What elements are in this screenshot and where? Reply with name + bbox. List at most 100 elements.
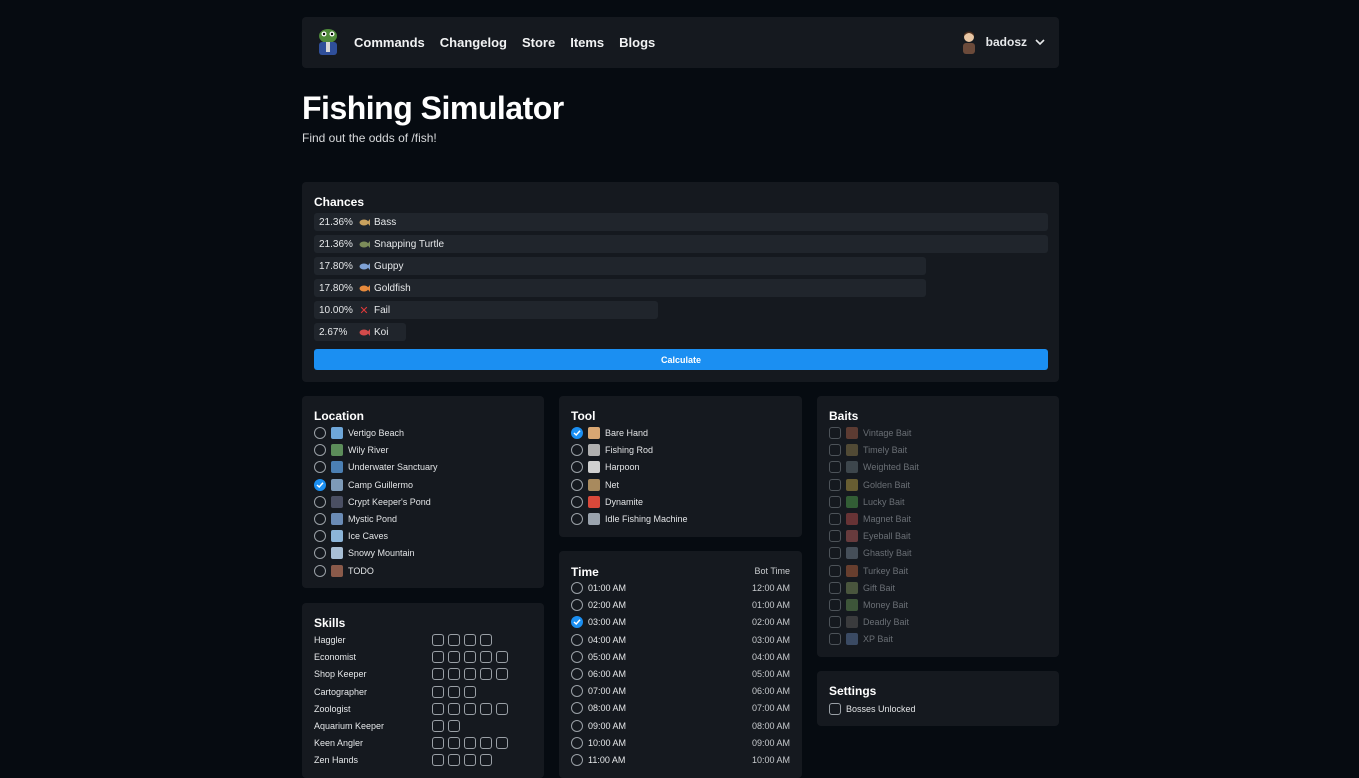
skill-level-checkbox[interactable] [496, 668, 508, 681]
skill-level-checkbox[interactable] [464, 754, 476, 767]
radio-icon[interactable] [314, 513, 326, 525]
time-option[interactable]: 04:00 AM 03:00 AM [571, 633, 790, 647]
radio-icon[interactable] [314, 495, 326, 508]
radio-icon[interactable] [571, 513, 583, 525]
checkbox-icon[interactable] [829, 478, 841, 491]
radio-checked-icon[interactable] [314, 478, 326, 491]
skill-level-checkbox[interactable] [480, 754, 492, 767]
checkbox-icon[interactable] [829, 564, 841, 577]
tool-option-fishing-rod[interactable]: Fishing Rod [571, 443, 653, 457]
tool-option-net[interactable]: Net [571, 478, 619, 492]
radio-icon[interactable] [571, 668, 583, 680]
bait-option-weighted-bait[interactable]: Weighted Bait [829, 460, 919, 474]
radio-icon[interactable] [571, 444, 583, 457]
checkbox-icon[interactable] [829, 633, 841, 646]
bait-option-xp-bait[interactable]: XP Bait [829, 632, 893, 646]
nav-link-store[interactable]: Store [522, 35, 555, 50]
radio-icon[interactable] [571, 736, 583, 749]
skill-level-checkbox[interactable] [432, 720, 444, 732]
skill-level-checkbox[interactable] [448, 634, 460, 646]
radio-icon[interactable] [571, 650, 583, 663]
radio-icon[interactable] [571, 633, 583, 646]
radio-icon[interactable] [314, 564, 326, 577]
skill-level-checkbox[interactable] [496, 651, 508, 664]
bait-option-money-bait[interactable]: Money Bait [829, 598, 908, 612]
skill-level-checkbox[interactable] [464, 668, 476, 681]
checkbox-icon[interactable] [829, 495, 841, 508]
skill-level-checkbox[interactable] [480, 702, 492, 715]
skill-level-checkbox[interactable] [448, 720, 460, 732]
radio-icon[interactable] [571, 461, 583, 474]
location-option-underwater-sanctuary[interactable]: Underwater Sanctuary [314, 460, 438, 474]
skill-level-checkbox[interactable] [432, 754, 444, 767]
time-option[interactable]: 09:00 AM 08:00 AM [571, 719, 790, 733]
tool-option-dynamite[interactable]: Dynamite [571, 495, 643, 509]
skill-level-checkbox[interactable] [448, 702, 460, 715]
frog-logo-icon[interactable] [314, 27, 342, 57]
skill-level-checkbox[interactable] [448, 685, 460, 698]
radio-checked-icon[interactable] [571, 616, 583, 629]
skill-level-checkbox[interactable] [480, 651, 492, 664]
skill-level-checkbox[interactable] [432, 685, 444, 698]
skill-level-checkbox[interactable] [464, 685, 476, 698]
radio-icon[interactable] [571, 719, 583, 732]
skill-level-checkbox[interactable] [496, 702, 508, 715]
skill-level-checkbox[interactable] [496, 737, 508, 750]
radio-icon[interactable] [314, 444, 326, 457]
radio-icon[interactable] [571, 685, 583, 698]
checkbox-icon[interactable] [829, 461, 841, 474]
nav-link-blogs[interactable]: Blogs [619, 35, 655, 50]
radio-icon[interactable] [571, 478, 583, 491]
time-option[interactable]: 01:00 AM 12:00 AM [571, 581, 790, 595]
time-option[interactable]: 05:00 AM 04:00 AM [571, 650, 790, 664]
skill-level-checkbox[interactable] [480, 634, 492, 646]
bait-option-lucky-bait[interactable]: Lucky Bait [829, 495, 905, 509]
radio-icon[interactable] [314, 427, 326, 439]
chevron-down-icon[interactable] [1035, 38, 1045, 46]
user-menu[interactable]: badosz [960, 30, 1045, 54]
skill-level-checkbox[interactable] [432, 702, 444, 715]
radio-icon[interactable] [571, 702, 583, 715]
skill-level-checkbox[interactable] [464, 737, 476, 750]
checkbox-icon[interactable] [829, 599, 841, 611]
location-option-todo[interactable]: TODO [314, 564, 374, 578]
nav-link-changelog[interactable]: Changelog [440, 35, 507, 50]
checkbox-icon[interactable] [829, 444, 841, 457]
location-option-camp-guillermo[interactable]: Camp Guillermo [314, 478, 413, 492]
skill-level-checkbox[interactable] [448, 754, 460, 767]
checkbox-icon[interactable] [829, 616, 841, 629]
nav-link-items[interactable]: Items [570, 35, 604, 50]
setting-bosses-unlocked[interactable]: Bosses Unlocked [829, 702, 916, 716]
time-option[interactable]: 02:00 AM 01:00 AM [571, 598, 790, 612]
skill-level-checkbox[interactable] [448, 668, 460, 681]
bait-option-deadly-bait[interactable]: Deadly Bait [829, 615, 909, 629]
checkbox-icon[interactable] [829, 530, 841, 543]
checkbox-icon[interactable] [829, 703, 841, 715]
skill-level-checkbox[interactable] [448, 737, 460, 750]
location-option-crypt-keeper-s-pond[interactable]: Crypt Keeper's Pond [314, 495, 431, 509]
bait-option-timely-bait[interactable]: Timely Bait [829, 443, 907, 457]
bait-option-golden-bait[interactable]: Golden Bait [829, 478, 910, 492]
bait-option-eyeball-bait[interactable]: Eyeball Bait [829, 529, 911, 543]
skill-level-checkbox[interactable] [464, 702, 476, 715]
checkbox-icon[interactable] [829, 427, 841, 439]
location-option-vertigo-beach[interactable]: Vertigo Beach [314, 426, 404, 440]
skill-level-checkbox[interactable] [432, 634, 444, 646]
skill-level-checkbox[interactable] [464, 651, 476, 664]
tool-option-idle-fishing-machine[interactable]: Idle Fishing Machine [571, 512, 688, 526]
location-option-snowy-mountain[interactable]: Snowy Mountain [314, 546, 415, 560]
skill-level-checkbox[interactable] [480, 737, 492, 750]
skill-level-checkbox[interactable] [464, 634, 476, 646]
bait-option-turkey-bait[interactable]: Turkey Bait [829, 564, 908, 578]
radio-icon[interactable] [314, 461, 326, 474]
checkbox-icon[interactable] [829, 547, 841, 560]
time-option[interactable]: 08:00 AM 07:00 AM [571, 701, 790, 715]
skill-level-checkbox[interactable] [448, 651, 460, 664]
time-option[interactable]: 07:00 AM 06:00 AM [571, 684, 790, 698]
radio-icon[interactable] [571, 495, 583, 508]
skill-level-checkbox[interactable] [480, 668, 492, 681]
location-option-wily-river[interactable]: Wily River [314, 443, 389, 457]
time-option[interactable]: 03:00 AM 02:00 AM [571, 615, 790, 629]
skill-level-checkbox[interactable] [432, 668, 444, 681]
radio-icon[interactable] [571, 599, 583, 612]
